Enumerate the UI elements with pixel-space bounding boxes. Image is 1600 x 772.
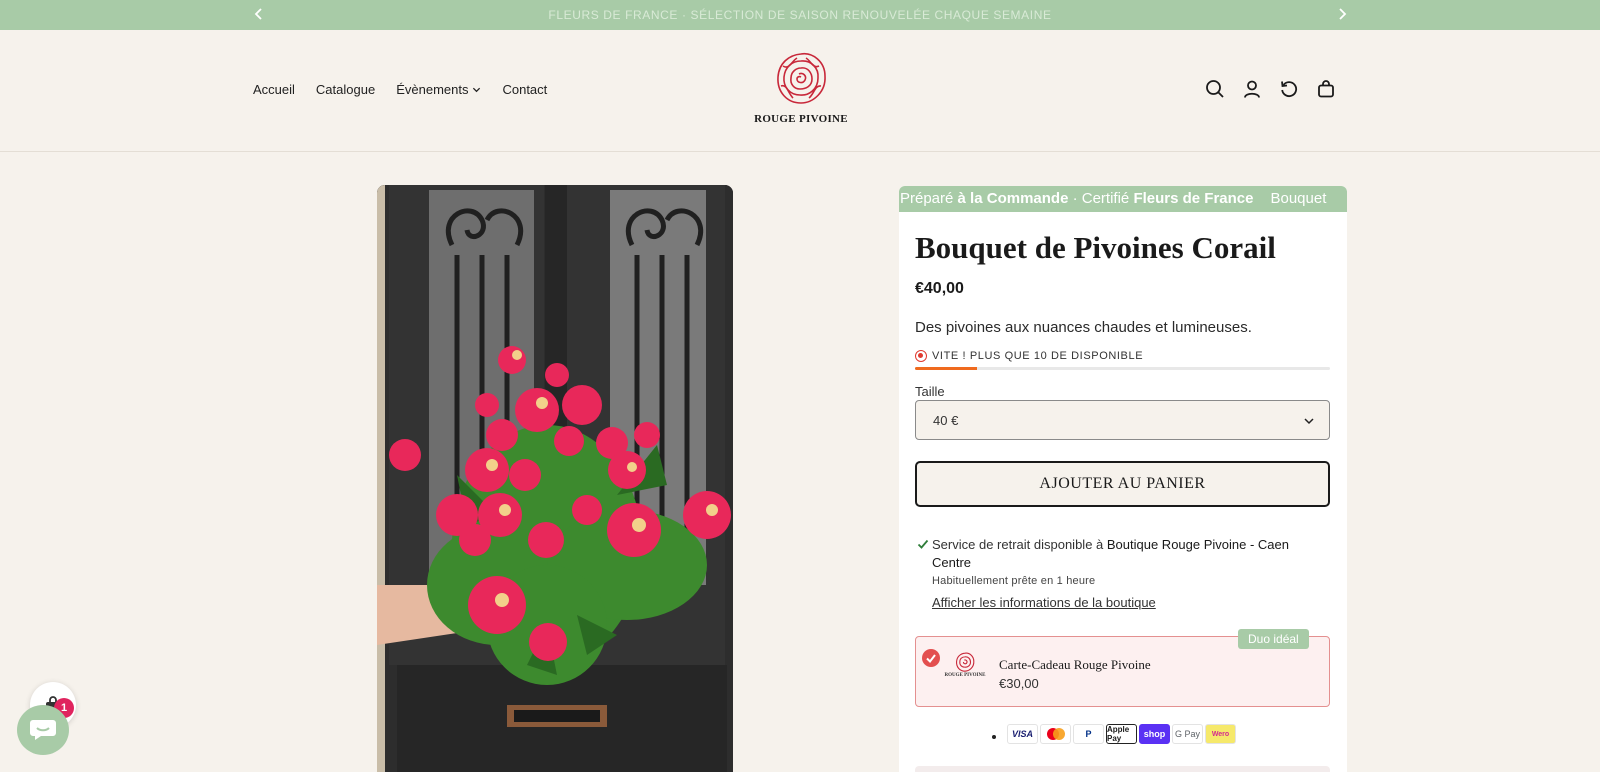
logo-text: ROUGE PIVOINE bbox=[754, 113, 848, 125]
visa-icon: VISA bbox=[1007, 724, 1038, 744]
payment-methods: VISA P Apple Pay shop G Pay Wero bbox=[992, 724, 1236, 744]
chevron-down-icon bbox=[1304, 418, 1314, 425]
product-title: Bouquet de Pivoines Corail bbox=[915, 230, 1276, 265]
marquee-text-bold: Fleurs de France bbox=[1133, 190, 1254, 207]
pickup-text-prefix: Service de retrait disponible à bbox=[932, 537, 1107, 552]
size-select-value: 40 € bbox=[933, 413, 959, 428]
nav-label: Accueil bbox=[253, 82, 295, 97]
pickup-text: Service de retrait disponible à Boutique… bbox=[932, 536, 1315, 572]
product-panel: Préparé à la Commande · Certifié Fleurs … bbox=[899, 186, 1347, 772]
pickup-subtext: Habituellement prête en 1 heure bbox=[932, 575, 1096, 587]
header-icons bbox=[1205, 79, 1336, 99]
account-icon[interactable] bbox=[1242, 79, 1262, 99]
checkmark-icon bbox=[926, 654, 936, 664]
stock-indicator: VITE ! PLUS QUE 10 DE DISPONIBLE bbox=[915, 350, 1143, 362]
paypal-icon: P bbox=[1073, 724, 1104, 744]
upsell-badge: Duo idéal bbox=[1238, 629, 1309, 649]
nav-label: Contact bbox=[502, 82, 548, 97]
upsell-thumbnail: ROUGE PIVOINE bbox=[944, 651, 986, 687]
stock-bar bbox=[915, 367, 1330, 370]
stock-text: VITE ! PLUS QUE 10 DE DISPONIBLE bbox=[932, 350, 1144, 362]
rose-logo-icon bbox=[956, 652, 975, 672]
size-select[interactable]: 40 € bbox=[915, 400, 1330, 440]
chat-button[interactable] bbox=[17, 705, 69, 755]
pickup-availability: Service de retrait disponible à Boutique… bbox=[915, 536, 1315, 612]
size-label: Taille bbox=[915, 384, 945, 399]
history-icon[interactable] bbox=[1279, 79, 1299, 99]
marquee-banner: Préparé à la Commande · Certifié Fleurs … bbox=[899, 186, 1347, 212]
marquee-text: Bouquet bbox=[1270, 190, 1327, 207]
apple-pay-icon: Apple Pay bbox=[1106, 724, 1137, 744]
main-nav: Accueil Catalogue Évènements Contact bbox=[253, 82, 547, 97]
stock-dot-icon bbox=[915, 350, 927, 362]
upsell-thumb-text: ROUGE PIVOINE bbox=[944, 673, 986, 678]
chat-icon bbox=[30, 720, 56, 740]
nav-item-catalogue[interactable]: Catalogue bbox=[316, 82, 375, 97]
store-info-link[interactable]: Afficher les informations de la boutique bbox=[932, 595, 1156, 610]
marquee-text-bold: à la Commande bbox=[957, 190, 1069, 207]
product-price: €40,00 bbox=[915, 280, 964, 297]
nav-item-contact[interactable]: Contact bbox=[502, 82, 547, 97]
check-icon bbox=[917, 539, 929, 549]
marquee-text: Préparé bbox=[900, 190, 958, 207]
panel-next-section bbox=[915, 766, 1330, 772]
nav-item-evenements[interactable]: Évènements bbox=[396, 82, 481, 97]
product-description: Des pivoines aux nuances chaudes et lumi… bbox=[915, 319, 1252, 336]
chevron-right-icon[interactable] bbox=[1334, 6, 1350, 24]
shop-pay-icon: shop bbox=[1139, 724, 1170, 744]
upsell-name: Carte-Cadeau Rouge Pivoine bbox=[999, 657, 1151, 672]
mastercard-icon bbox=[1040, 724, 1071, 744]
marquee-text: · Certifié bbox=[1068, 190, 1134, 207]
nav-item-accueil[interactable]: Accueil bbox=[253, 82, 295, 97]
nav-label: Catalogue bbox=[315, 82, 376, 97]
stock-bar-fill bbox=[915, 367, 978, 370]
site-logo[interactable]: ROUGE PIVOINE bbox=[750, 48, 852, 128]
dot-icon bbox=[992, 735, 996, 739]
announcement-text: FLEURS DE FRANCE · SÉLECTION DE SAISON R… bbox=[548, 8, 1052, 22]
cart-icon[interactable] bbox=[1316, 79, 1336, 99]
announcement-bar: FLEURS DE FRANCE · SÉLECTION DE SAISON R… bbox=[0, 0, 1600, 30]
wero-icon: Wero bbox=[1205, 724, 1236, 744]
product-image[interactable] bbox=[377, 185, 733, 772]
nav-label: Évènements bbox=[396, 82, 469, 97]
upsell-card[interactable]: Duo idéal ROUGE PIVOINE Carte-Cadeau Rou… bbox=[915, 629, 1330, 707]
google-pay-icon: G Pay bbox=[1172, 724, 1203, 744]
add-to-cart-button[interactable]: AJOUTER AU PANIER bbox=[915, 461, 1330, 507]
search-icon[interactable] bbox=[1205, 79, 1225, 99]
upsell-checkbox[interactable] bbox=[922, 649, 940, 667]
rose-logo-icon bbox=[777, 52, 826, 104]
chevron-down-icon bbox=[473, 87, 481, 93]
upsell-price: €30,00 bbox=[999, 676, 1039, 691]
site-header: Accueil Catalogue Évènements Contact ROU… bbox=[0, 30, 1600, 152]
